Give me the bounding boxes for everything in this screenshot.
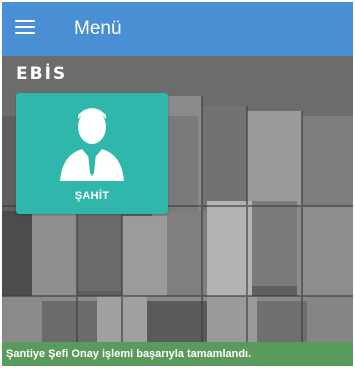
app-window: Menü EBİS ŞAHİT Şantiye Şefi Onay işlemi… (2, 2, 353, 366)
page-title: Menü (74, 18, 122, 39)
user-avatar-icon (60, 108, 124, 181)
app-bar: Menü (2, 2, 353, 56)
notification-message: Şantiye Şefi Onay işlemi başarıyla tamam… (6, 348, 252, 360)
main-content: EBİS ŞAHİT (2, 56, 353, 342)
success-notification: Şantiye Şefi Onay işlemi başarıyla tamam… (2, 342, 353, 366)
ebis-logo: EBİS (16, 64, 68, 84)
hamburger-icon[interactable] (15, 19, 35, 35)
sahit-tile[interactable]: ŞAHİT (16, 93, 168, 214)
tile-label: ŞAHİT (74, 190, 110, 202)
